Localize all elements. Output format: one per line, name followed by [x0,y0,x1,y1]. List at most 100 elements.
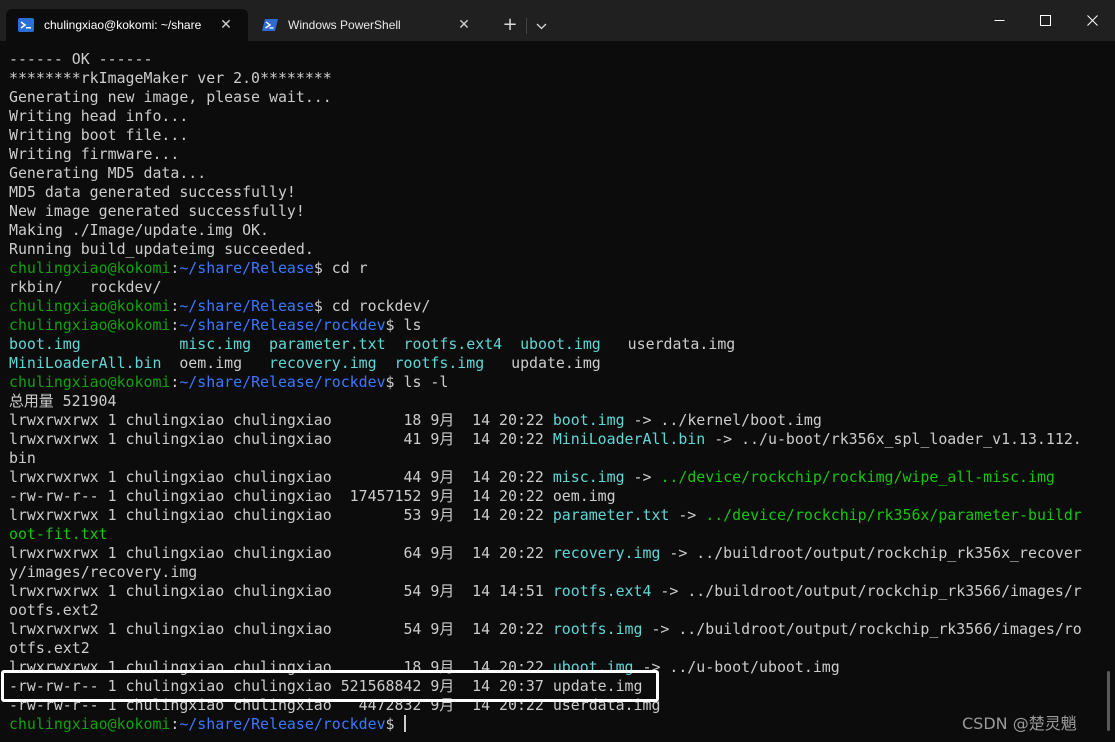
file-meta: lrwxrwxrwx 1 chulingxiao chulingxiao 18 … [9,411,553,429]
prompt-line: chulingxiao@kokomi:~/share/Release/rockd… [9,373,1101,392]
file-name: MiniLoaderAll.bin [552,430,706,448]
tab-dropdown-button[interactable] [530,14,552,38]
prompt-symbol: $ [313,297,332,315]
terminal-output[interactable]: ------ OK ------ ********rkImageMaker ve… [0,41,1101,742]
ls-entry: rootfs.ext4 [403,335,503,353]
listing-row: lrwxrwxrwx 1 chulingxiao chulingxiao 54 … [9,620,1101,639]
ls-entry: parameter.txt [269,335,386,353]
wrapped-line: y/images/recovery.img [9,563,198,581]
file-meta: lrwxrwxrwx 1 chulingxiao chulingxiao 54 … [9,582,553,600]
powershell-icon [262,17,278,33]
linux-shell-icon [18,17,34,33]
prompt-path: ~/share/Release/rockdev [179,715,386,733]
prompt-path: ~/share/Release/rockdev [179,316,386,334]
prompt-symbol: $ [385,715,404,733]
listing-row: lrwxrwxrwx 1 chulingxiao chulingxiao 64 … [9,544,1101,563]
link-target: -> ../u-boot/uboot.img [633,658,840,676]
ls-entry: boot.img [9,335,81,353]
prompt-user-host: chulingxiao@kokomi [9,297,171,315]
output-line: Generating MD5 data... [9,164,207,182]
prompt-separator: : [170,259,180,277]
link-target: -> ../u-boot/rk356x_spl_loader_v1.13.112… [705,430,1082,448]
ls-row: MiniLoaderAll.bin oem.img recovery.img r… [9,354,1101,373]
chevron-down-icon [536,23,546,29]
tab-label: Windows PowerShell [288,18,401,32]
command-text: cd r [331,259,368,277]
tab-close-icon[interactable]: ✕ [218,17,234,33]
new-tab-button[interactable]: + [498,14,522,38]
file-meta: lrwxrwxrwx 1 chulingxiao chulingxiao 44 … [9,468,553,486]
file-meta: lrwxrwxrwx 1 chulingxiao chulingxiao 41 … [9,430,553,448]
file-meta: lrwxrwxrwx 1 chulingxiao chulingxiao 64 … [9,544,553,562]
ls-entry: misc.img [179,335,252,353]
highlight-box [1,670,659,702]
file-name: rootfs.ext4 [552,582,652,600]
scrollbar-thumb[interactable] [1107,671,1110,731]
prompt-user-host: chulingxiao@kokomi [9,316,171,334]
prompt-separator: : [170,297,180,315]
prompt-path: ~/share/Release [179,297,314,315]
command-text: cd rockdev/ [331,297,431,315]
total-line: 总用量 521904 [9,392,117,410]
output-line: Writing head info... [9,107,189,125]
link-arrow: -> [669,506,706,524]
text-cursor [404,715,407,732]
prompt-path: ~/share/Release [179,259,314,277]
tab-close-icon[interactable]: ✕ [456,17,472,33]
prompt-separator: : [170,715,180,733]
tab-windows-powershell[interactable]: Windows PowerShell ✕ [250,9,486,41]
title-bar: chulingxiao@kokomi: ~/share ✕ Windows Po… [0,0,1115,41]
file-name: misc.img [552,468,625,486]
ls-entry: userdata.img [627,335,736,353]
link-target: ../device/rockchip/rk356x/parameter-buil… [705,506,1082,524]
file-meta: lrwxrwxrwx 1 chulingxiao chulingxiao 54 … [9,620,553,638]
maximize-button[interactable] [1022,0,1068,41]
prompt-symbol: $ [313,259,332,277]
tab-label: chulingxiao@kokomi: ~/share [44,18,202,32]
output-line: New image generated successfully! [9,202,305,220]
scrollbar[interactable] [1102,41,1115,742]
output-line: Generating new image, please wait... [9,88,332,106]
wrapped-line: oot-fit.txt [9,525,108,543]
output-line: ------ OK ------ [9,50,153,68]
file-name: oem.img [552,487,616,505]
link-target: -> ../buildroot/output/rockchip_rk3566/i… [651,582,1082,600]
listing-row: lrwxrwxrwx 1 chulingxiao chulingxiao 54 … [9,582,1101,601]
prompt-line: chulingxiao@kokomi:~/share/Release$ cd r [9,259,1101,278]
completion-line: rkbin/ rockdev/ [9,278,162,296]
titlebar-divider [526,18,527,34]
prompt-symbol: $ [385,316,404,334]
close-button[interactable] [1069,0,1115,41]
minimize-button[interactable] [976,0,1022,41]
listing-row: lrwxrwxrwx 1 chulingxiao chulingxiao 41 … [9,430,1101,449]
tab-linux-shell[interactable]: chulingxiao@kokomi: ~/share ✕ [6,9,248,41]
link-target: -> ../kernel/boot.img [624,411,822,429]
prompt-user-host: chulingxiao@kokomi [9,259,171,277]
prompt-separator: : [170,373,180,391]
file-name: recovery.img [552,544,661,562]
file-name: boot.img [552,411,625,429]
output-line: Making ./Image/update.img OK. [9,221,269,239]
listing-row: lrwxrwxrwx 1 chulingxiao chulingxiao 44 … [9,468,1101,487]
output-line: Writing firmware... [9,145,180,163]
prompt-line: chulingxiao@kokomi:~/share/Release/rockd… [9,715,1101,734]
output-line: Writing boot file... [9,126,189,144]
link-target: -> ../buildroot/output/rockchip_rk356x_r… [660,544,1082,562]
minimize-icon [994,20,1004,21]
listing-row: -rw-rw-r-- 1 chulingxiao chulingxiao 174… [9,487,1101,506]
command-text: ls -l [403,373,449,391]
terminal-window: chulingxiao@kokomi: ~/share ✕ Windows Po… [0,0,1115,742]
ls-entry: MiniLoaderAll.bin [9,354,162,372]
prompt-separator: : [170,316,180,334]
prompt-line: chulingxiao@kokomi:~/share/Release/rockd… [9,316,1101,335]
ls-entry: uboot.img [520,335,601,353]
ls-row: boot.img misc.img parameter.txt rootfs.e… [9,335,1101,354]
link-target: ../device/rockchip/rockimg/wipe_all-misc… [660,468,1055,486]
watermark: CSDN @楚灵魈 [962,714,1077,733]
prompt-path: ~/share/Release/rockdev [179,373,386,391]
file-name: parameter.txt [552,506,670,524]
listing-row: lrwxrwxrwx 1 chulingxiao chulingxiao 53 … [9,506,1101,525]
link-arrow: -> [624,468,661,486]
file-name: rootfs.img [552,620,643,638]
wrapped-line: ootfs.ext2 [9,601,99,619]
